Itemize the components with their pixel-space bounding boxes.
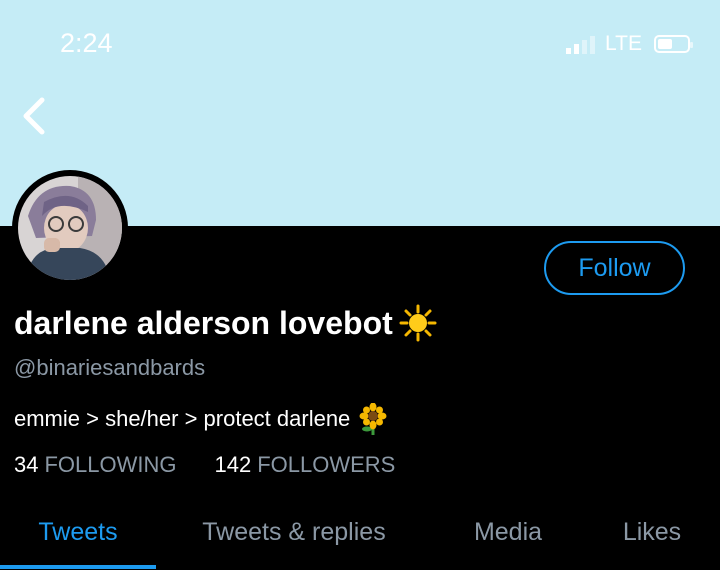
chevron-left-icon [23,97,45,135]
network-label: LTE [605,32,642,55]
tab-likes[interactable]: Likes [584,500,720,565]
status-indicators: LTE [566,32,693,56]
following-label: FOLLOWING [44,452,177,477]
profile-tabs: Tweets Tweets & replies Media Likes [0,500,720,570]
sunflower-icon [359,403,387,435]
signal-icon [566,34,596,54]
display-name: darlene alderson lovebot [14,304,393,341]
avatar-image [18,176,122,280]
tab-tweets[interactable]: Tweets [0,500,156,569]
following-stat[interactable]: 34 FOLLOWING [14,452,177,478]
following-count: 34 [14,452,39,477]
display-name-row: darlene alderson lovebot [14,304,437,342]
status-time: 2:24 [60,28,113,58]
handle: @binariesandbards [14,355,206,380]
bio-text: emmie > she/her > protect darlene [14,406,351,431]
follow-stats: 34 FOLLOWING 142 FOLLOWERS [14,452,395,478]
avatar[interactable] [12,170,128,286]
bio-row: emmie > she/her > protect darlene [14,403,388,435]
back-button[interactable] [18,96,52,136]
follow-button[interactable]: Follow [544,241,685,295]
followers-stat[interactable]: 142 FOLLOWERS [215,452,396,478]
tab-tweets-and-replies[interactable]: Tweets & replies [156,500,432,565]
followers-count: 142 [214,452,252,477]
sun-icon [399,304,437,342]
tab-media[interactable]: Media [432,500,584,565]
followers-label: FOLLOWERS [257,452,396,477]
battery-icon [654,35,693,53]
